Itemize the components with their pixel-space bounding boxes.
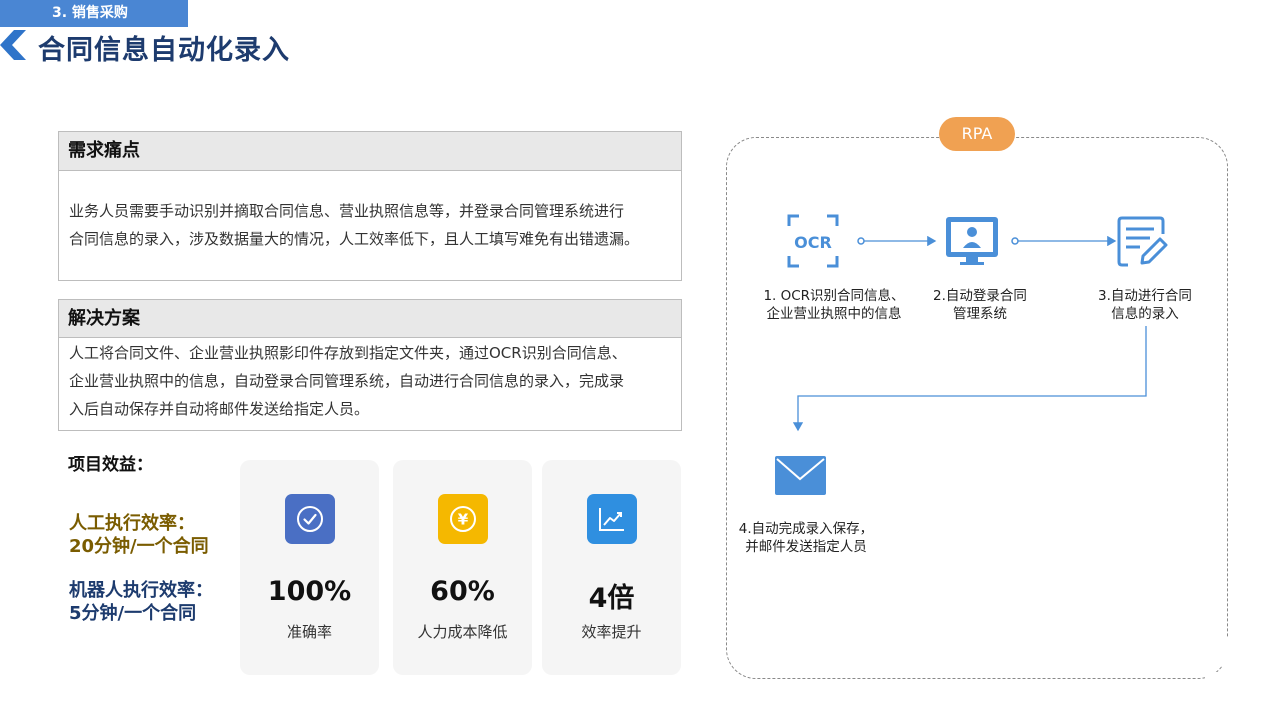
ocr-icon-text: OCR	[794, 233, 832, 252]
flow-step-ocr: 1. OCR识别合同信息、 企业营业执照中的信息	[752, 287, 916, 323]
connector-dot	[1011, 237, 1019, 245]
step-line: 管理系统	[953, 306, 1007, 322]
form-edit-icon	[1117, 216, 1168, 267]
mail-envelope-icon	[775, 456, 826, 495]
step-line: 4.自动完成录入保存，	[738, 521, 874, 537]
step-line: 3.自动进行合同	[1098, 288, 1192, 304]
step-line: 1. OCR识别合同信息、	[763, 288, 905, 304]
step-line: 并邮件发送指定人员	[745, 539, 867, 555]
flow-diagram: OCR	[775, 214, 1168, 495]
monitor-user-icon	[946, 217, 998, 265]
connector-dot	[857, 237, 865, 245]
flow-arrow	[792, 326, 1147, 432]
flow-step-save-email: 4.自动完成录入保存， 并邮件发送指定人员	[726, 520, 886, 556]
flow-step-login: 2.自动登录合同 管理系统	[920, 287, 1040, 323]
step-line: 2.自动登录合同	[933, 288, 1027, 304]
step-line: 企业营业执照中的信息	[766, 306, 902, 322]
flow-step-entry: 3.自动进行合同 信息的录入	[1086, 287, 1204, 323]
ocr-scan-icon: OCR	[787, 214, 839, 268]
step-line: 信息的录入	[1111, 306, 1179, 322]
